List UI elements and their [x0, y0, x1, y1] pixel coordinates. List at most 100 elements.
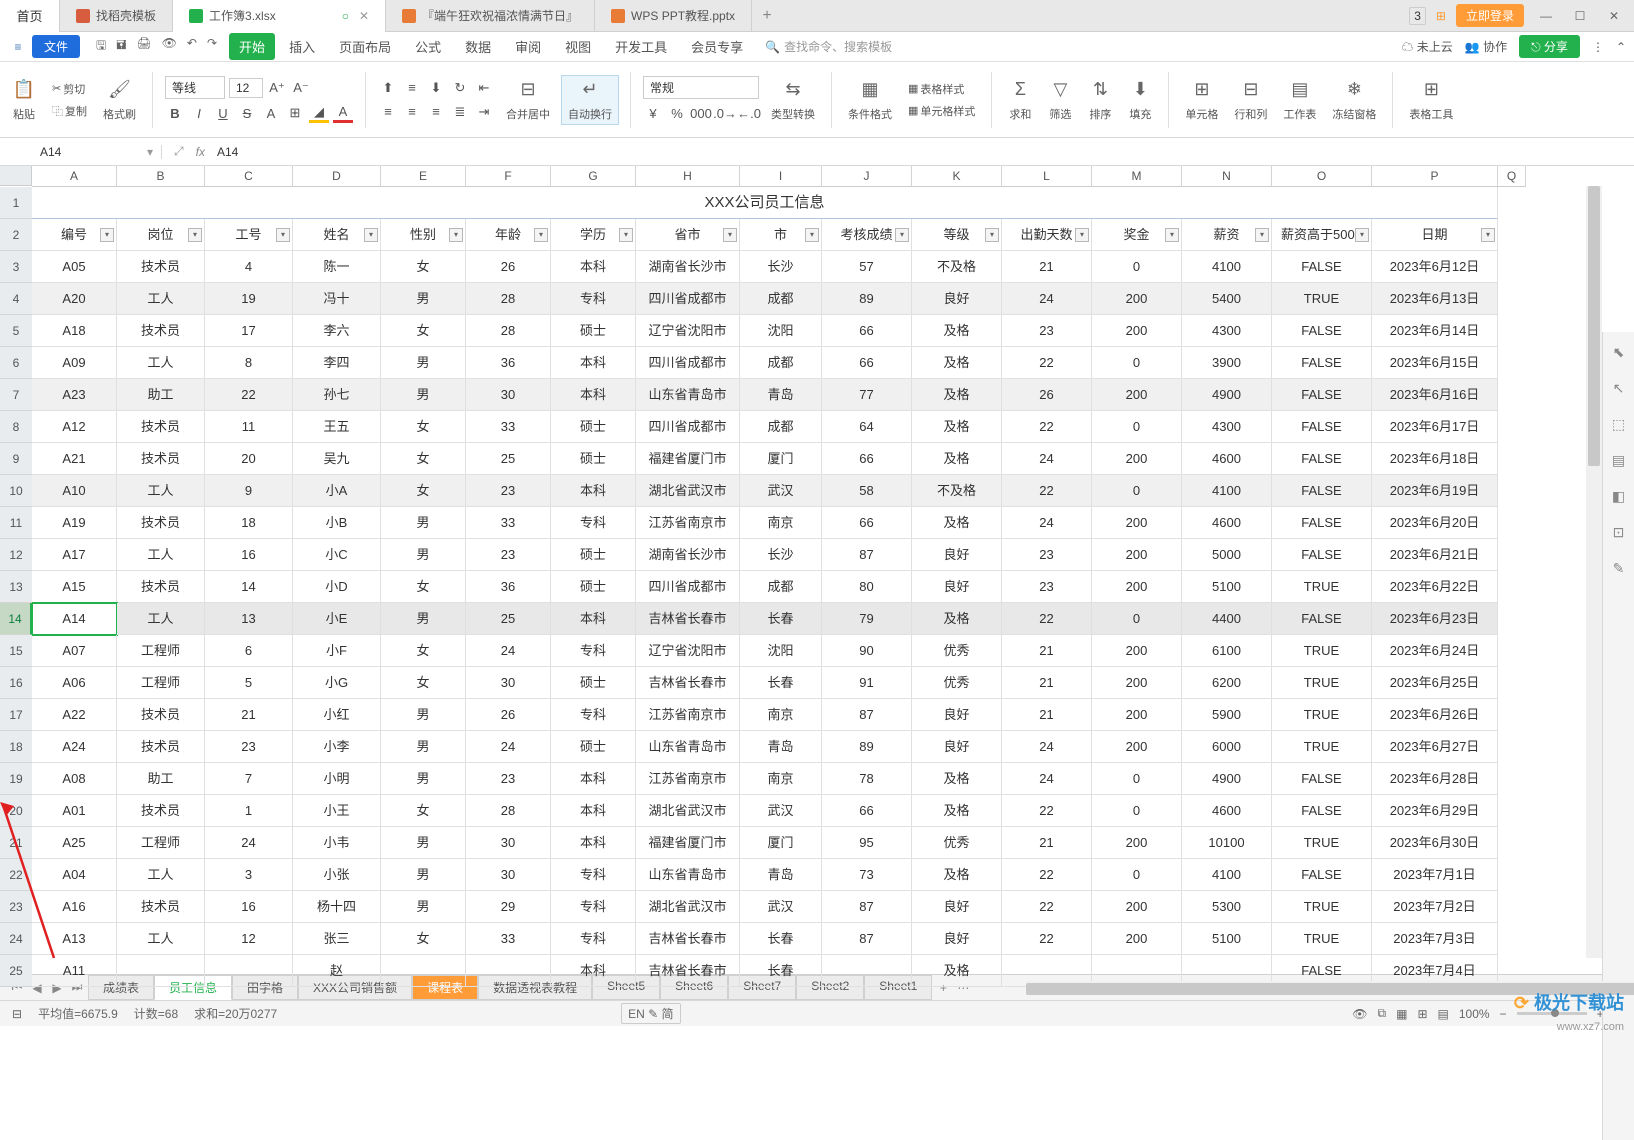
- data-cell[interactable]: 及格: [912, 379, 1002, 411]
- data-cell[interactable]: 91: [822, 667, 912, 699]
- data-cell[interactable]: 16: [205, 891, 293, 923]
- row-header[interactable]: 5: [0, 315, 32, 347]
- data-cell[interactable]: 28: [466, 283, 551, 315]
- data-cell[interactable]: 1: [205, 795, 293, 827]
- data-cell[interactable]: 22: [1002, 411, 1092, 443]
- filter-arrow-icon[interactable]: ▾: [1481, 228, 1495, 242]
- col-header-G[interactable]: G: [551, 166, 636, 187]
- data-cell[interactable]: 28: [466, 795, 551, 827]
- data-cell[interactable]: 山东省青岛市: [636, 859, 740, 891]
- data-cell[interactable]: 23: [466, 539, 551, 571]
- data-cell[interactable]: A13: [32, 923, 117, 955]
- data-cell[interactable]: 200: [1092, 283, 1182, 315]
- data-cell[interactable]: 四川省成都市: [636, 411, 740, 443]
- col-header-F[interactable]: F: [466, 166, 551, 187]
- data-cell[interactable]: 200: [1092, 667, 1182, 699]
- data-cell[interactable]: 本科: [551, 763, 636, 795]
- data-cell[interactable]: 24: [1002, 443, 1092, 475]
- doc-tab-templates[interactable]: 找稻壳模板: [60, 0, 173, 32]
- data-cell[interactable]: 22: [205, 379, 293, 411]
- data-cell[interactable]: 80: [822, 571, 912, 603]
- bold-button[interactable]: B: [165, 103, 185, 123]
- data-cell[interactable]: 良好: [912, 699, 1002, 731]
- col-header-O[interactable]: O: [1272, 166, 1372, 187]
- data-cell[interactable]: 0: [1092, 475, 1182, 507]
- data-cell[interactable]: A24: [32, 731, 117, 763]
- data-cell[interactable]: 21: [1002, 635, 1092, 667]
- data-cell[interactable]: 小王: [293, 795, 381, 827]
- data-cell[interactable]: 小红: [293, 699, 381, 731]
- data-cell[interactable]: 10100: [1182, 827, 1272, 859]
- data-cell[interactable]: 24: [1002, 283, 1092, 315]
- data-cell[interactable]: 4900: [1182, 763, 1272, 795]
- increase-font-icon[interactable]: A⁺: [267, 78, 287, 98]
- data-cell[interactable]: 女: [381, 923, 466, 955]
- data-cell[interactable]: FALSE: [1272, 795, 1372, 827]
- indent-dec-icon[interactable]: ⇤: [474, 78, 494, 98]
- data-cell[interactable]: 陈一: [293, 251, 381, 283]
- header-cell[interactable]: 市▾: [740, 219, 822, 251]
- data-cell[interactable]: 男: [381, 859, 466, 891]
- data-cell[interactable]: 山东省青岛市: [636, 731, 740, 763]
- data-cell[interactable]: 90: [822, 635, 912, 667]
- rowcol-icon[interactable]: ⊟: [1239, 78, 1263, 102]
- freeze-icon[interactable]: ❄: [1342, 78, 1366, 102]
- filter-arrow-icon[interactable]: ▾: [1165, 228, 1179, 242]
- col-header-M[interactable]: M: [1092, 166, 1182, 187]
- doc-tab-ppt2[interactable]: WPS PPT教程.pptx: [595, 0, 752, 32]
- data-cell[interactable]: 技术员: [117, 795, 205, 827]
- data-cell[interactable]: 23: [466, 763, 551, 795]
- redo-icon[interactable]: ↷: [207, 36, 217, 57]
- data-cell[interactable]: 成都: [740, 571, 822, 603]
- data-cell[interactable]: 小C: [293, 539, 381, 571]
- minimize-button[interactable]: —: [1534, 9, 1558, 23]
- data-cell[interactable]: 女: [381, 571, 466, 603]
- align-top-icon[interactable]: ⬆: [378, 78, 398, 98]
- scroll-thumb[interactable]: [1588, 186, 1600, 466]
- data-cell[interactable]: 吉林省长春市: [636, 923, 740, 955]
- data-cell[interactable]: 工人: [117, 539, 205, 571]
- side-more1-icon[interactable]: ◧: [1610, 488, 1628, 506]
- data-cell[interactable]: A15: [32, 571, 117, 603]
- data-cell[interactable]: 专科: [551, 699, 636, 731]
- data-cell[interactable]: 硕士: [551, 443, 636, 475]
- data-cell[interactable]: 四川省成都市: [636, 283, 740, 315]
- data-cell[interactable]: 冯十: [293, 283, 381, 315]
- name-box[interactable]: A14▾: [32, 145, 162, 159]
- data-cell[interactable]: 女: [381, 635, 466, 667]
- cell-style-button[interactable]: ▦ 单元格样式: [904, 102, 979, 120]
- data-cell[interactable]: FALSE: [1272, 539, 1372, 571]
- data-cell[interactable]: 16: [205, 539, 293, 571]
- data-cell[interactable]: 湖南省长沙市: [636, 539, 740, 571]
- data-cell[interactable]: A08: [32, 763, 117, 795]
- data-cell[interactable]: 21: [1002, 699, 1092, 731]
- side-chart-icon[interactable]: ▤: [1610, 452, 1628, 470]
- data-cell[interactable]: 及格: [912, 763, 1002, 795]
- data-cell[interactable]: A07: [32, 635, 117, 667]
- data-cell[interactable]: 14: [205, 571, 293, 603]
- data-cell[interactable]: 64: [822, 411, 912, 443]
- row-header[interactable]: 14: [0, 603, 32, 635]
- row-header[interactable]: 25: [0, 955, 32, 987]
- data-cell[interactable]: A17: [32, 539, 117, 571]
- row-header[interactable]: 24: [0, 923, 32, 955]
- vertical-scrollbar[interactable]: [1586, 186, 1602, 958]
- data-cell[interactable]: 87: [822, 699, 912, 731]
- data-cell[interactable]: 小韦: [293, 827, 381, 859]
- text-style-button[interactable]: A: [261, 103, 281, 123]
- data-cell[interactable]: 26: [1002, 379, 1092, 411]
- data-cell[interactable]: 87: [822, 891, 912, 923]
- data-cell[interactable]: 2023年6月24日: [1372, 635, 1498, 667]
- data-cell[interactable]: 专科: [551, 635, 636, 667]
- menu-tab-data[interactable]: 数据: [455, 33, 501, 60]
- data-cell[interactable]: 小D: [293, 571, 381, 603]
- col-header-Q[interactable]: Q: [1498, 166, 1526, 187]
- data-cell[interactable]: 湖北省武汉市: [636, 891, 740, 923]
- filter-arrow-icon[interactable]: ▾: [534, 228, 548, 242]
- merge-icon[interactable]: ⊟: [516, 78, 540, 102]
- row-header[interactable]: 1: [0, 187, 32, 219]
- header-cell[interactable]: 工号▾: [205, 219, 293, 251]
- share-button[interactable]: ⎋ 分享: [1519, 35, 1580, 58]
- data-cell[interactable]: 湖南省长沙市: [636, 251, 740, 283]
- doc-tab-ppt1[interactable]: 『端午狂欢祝福浓情满节日』: [386, 0, 595, 32]
